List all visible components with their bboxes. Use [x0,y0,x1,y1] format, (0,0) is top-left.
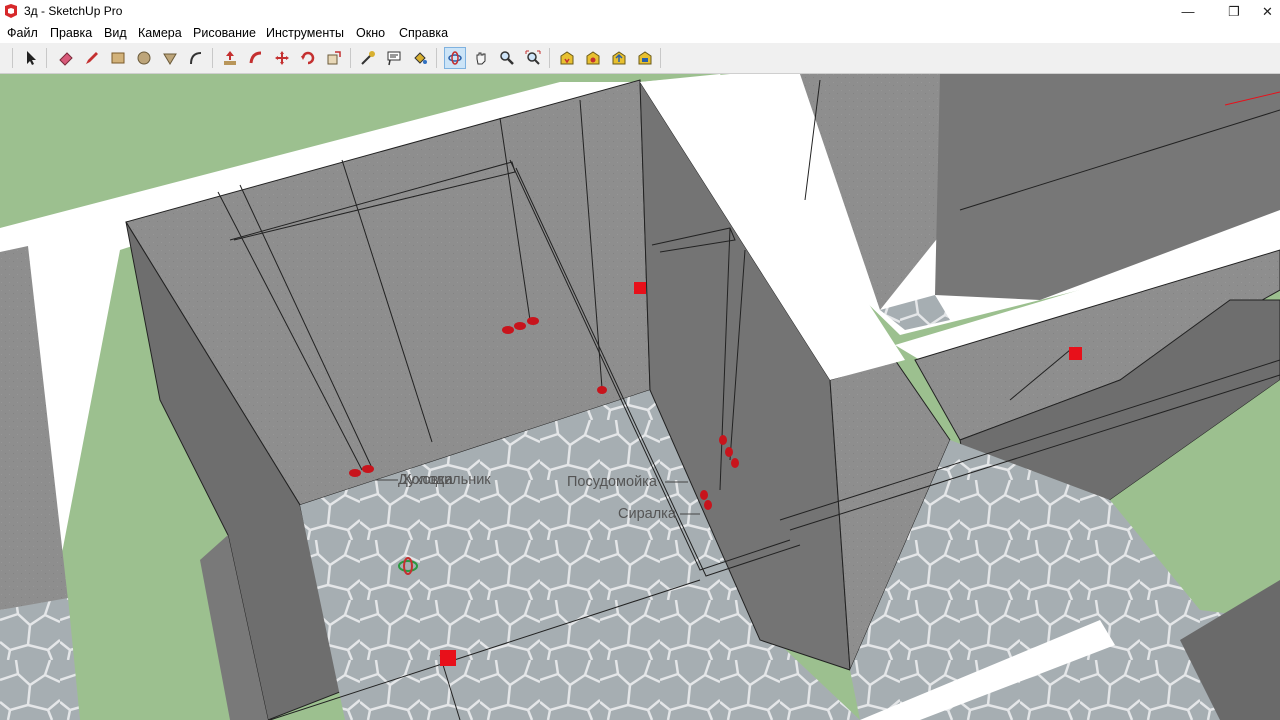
model-scene [0,74,1280,720]
rectangle-icon[interactable] [107,47,129,69]
paint-bucket-icon[interactable] [409,47,431,69]
marker-1 [634,282,646,294]
menu-file[interactable]: Файл [7,26,38,40]
label-dryer: Сиралка [618,506,676,522]
components-icon[interactable] [634,47,656,69]
minimize-button[interactable]: — [1165,0,1211,23]
menu-draw[interactable]: Рисование [193,26,256,40]
zoom-icon[interactable] [496,47,518,69]
marker-3 [440,650,456,666]
circle-icon[interactable] [133,47,155,69]
orbit-icon[interactable] [444,47,466,69]
warehouse-icon[interactable] [556,47,578,69]
toolbar-separator [436,48,437,68]
model-viewport[interactable]: Духовка Холодильник Посудомойка Сиралка [0,74,1280,720]
floor-far-left [0,598,80,720]
menu-window[interactable]: Окно [356,26,385,40]
share-model-icon[interactable] [608,47,630,69]
scale-icon[interactable] [323,47,345,69]
toolbar-separator [549,48,550,68]
pan-icon[interactable] [470,47,492,69]
toolbar-separator [350,48,351,68]
menu-camera[interactable]: Камера [138,26,182,40]
window-title: 3д - SketchUp Pro [24,4,123,18]
toolbar-grip [12,48,13,68]
toolbar-separator [660,48,661,68]
tape-measure-icon[interactable] [357,47,379,69]
close-button[interactable]: ✕ [1255,0,1280,23]
label-dishwasher: Посудомойка [567,474,657,490]
follow-me-icon[interactable] [245,47,267,69]
menu-help[interactable]: Справка [399,26,448,40]
toolbar-separator [46,48,47,68]
title-bar: 3д - SketchUp Pro — ❐ ✕ [0,0,1280,23]
menu-view[interactable]: Вид [104,26,127,40]
eraser-icon[interactable] [55,47,77,69]
restore-button[interactable]: ❐ [1211,0,1257,23]
rotate-icon[interactable] [297,47,319,69]
main-toolbar [0,43,1280,74]
sketchup-logo-icon [5,4,17,18]
arc-icon[interactable] [185,47,207,69]
toolbar-separator [212,48,213,68]
zoom-extents-icon[interactable] [522,47,544,69]
pencil-icon[interactable] [81,47,103,69]
menu-edit[interactable]: Правка [50,26,92,40]
menu-bar: Файл Правка Вид Камера Рисование Инструм… [0,23,1280,43]
marker-2 [1069,347,1082,360]
select-icon[interactable] [20,47,42,69]
polygon-icon[interactable] [159,47,181,69]
move-icon[interactable] [271,47,293,69]
label-fridge: Холодильник [402,472,491,488]
text-icon[interactable] [383,47,405,69]
menu-tools[interactable]: Инструменты [266,26,344,40]
push-pull-icon[interactable] [219,47,241,69]
extension-icon[interactable] [582,47,604,69]
